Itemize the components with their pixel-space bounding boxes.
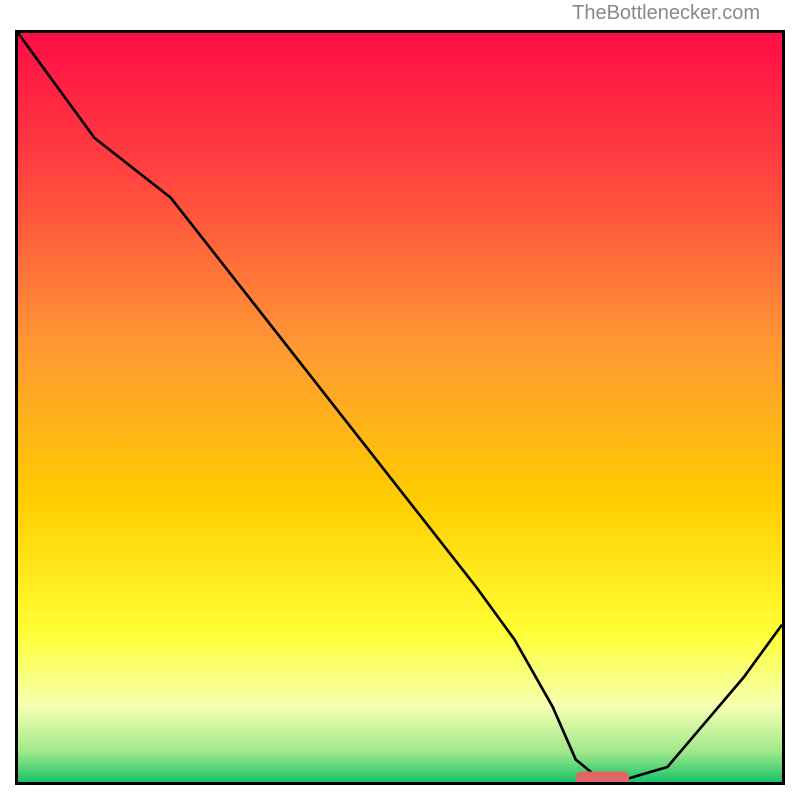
attribution-text: TheBottlenecker.com — [572, 2, 760, 25]
chart-area — [18, 33, 782, 782]
chart-frame — [15, 30, 785, 785]
gradient-background — [18, 33, 782, 782]
chart-svg — [18, 33, 782, 782]
optimal-marker — [576, 772, 629, 782]
